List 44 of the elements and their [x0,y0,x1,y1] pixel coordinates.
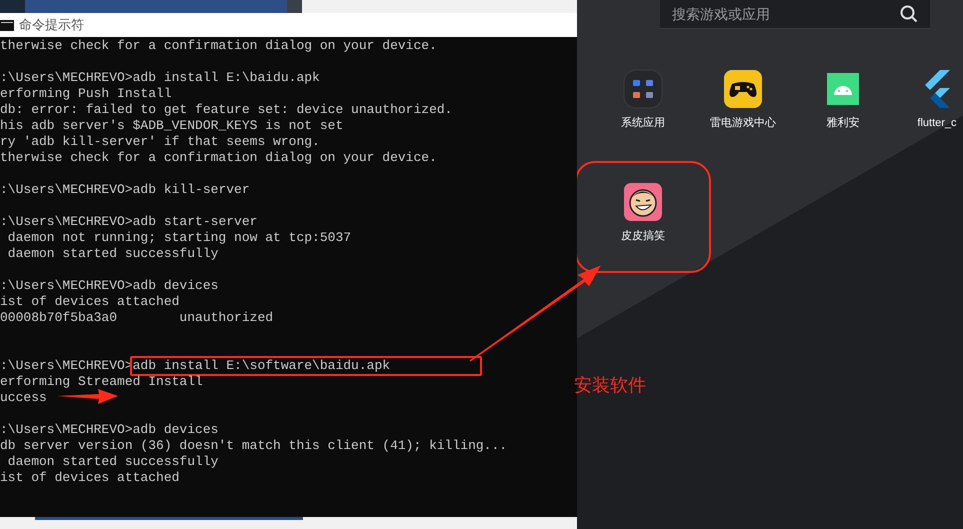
console-line: erforming Streamed Install [0,374,203,390]
command-prompt: :\Users\MECHREVO> [0,422,133,438]
console-line: therwise check for a confirmation dialog on your device. [0,150,437,166]
highlighted-command: adb install E:\software\baidu.apk [130,356,482,376]
command-text: adb install E:\baidu.apk [132,70,320,86]
app-shortcut[interactable]: 雷电游戏中心 [693,69,793,145]
annotation-text: 安装软件 [574,374,646,397]
cartoon-face-icon [624,183,662,221]
search-icon[interactable] [900,5,918,23]
console-line: ry 'adb kill-server' if that seems wrong. [0,134,320,150]
command-prompt: :\Users\MECHREVO> [0,278,133,294]
app-label: 皮皮搞笑 [621,229,665,244]
app-label: 系统应用 [621,116,665,131]
console-line: uccess [0,390,47,406]
app-label: flutter_c [917,116,957,131]
console-line: ist of devices attached [0,470,180,486]
gamepad-icon [724,70,762,108]
command-text: adb devices [132,422,218,438]
console-line: db server version (36) doesn't match this client (41); killing... [0,438,508,454]
android-icon [827,73,859,105]
search-input[interactable]: 搜索游戏或应用 [672,4,900,24]
command-prompt: :\Users\MECHREVO> [0,182,133,198]
app-shortcut[interactable]: 皮皮搞笑 [593,179,693,255]
window-title: 命令提示符 [19,16,84,34]
command-text: adb devices [132,278,218,294]
command-prompt: :\Users\MECHREVO> [0,214,133,230]
app-label: 雷电游戏中心 [710,116,776,131]
command-text: adb kill-server [132,182,250,198]
app-label: 雅利安 [826,116,860,131]
console-line: therwise check for a confirmation dialog on your device. [0,38,437,54]
console-line: db: error: failed to get feature set: device unauthorized. [0,102,452,118]
console-line: 00008b70f5ba3a0 unauthorized [0,310,274,326]
search-field[interactable]: 搜索游戏或应用 [660,0,930,29]
command-text: adb start-server [132,214,258,230]
command-prompt: :\Users\MECHREVO> [0,70,133,86]
console-line: erforming Push Install [0,86,172,102]
console-line: daemon started successfully [6,246,218,262]
console-line: daemon started successfully [6,454,218,470]
console-line: ist of devices attached [0,294,180,310]
app-folder-icon [623,69,663,109]
app-shortcut[interactable]: 系统应用 [593,69,693,145]
console-line: his adb server's $ADB_VENDOR_KEYS is not set [0,118,344,134]
console-line: daemon not running; starting now at tcp:5037 [6,230,352,246]
console-icon [0,20,14,30]
